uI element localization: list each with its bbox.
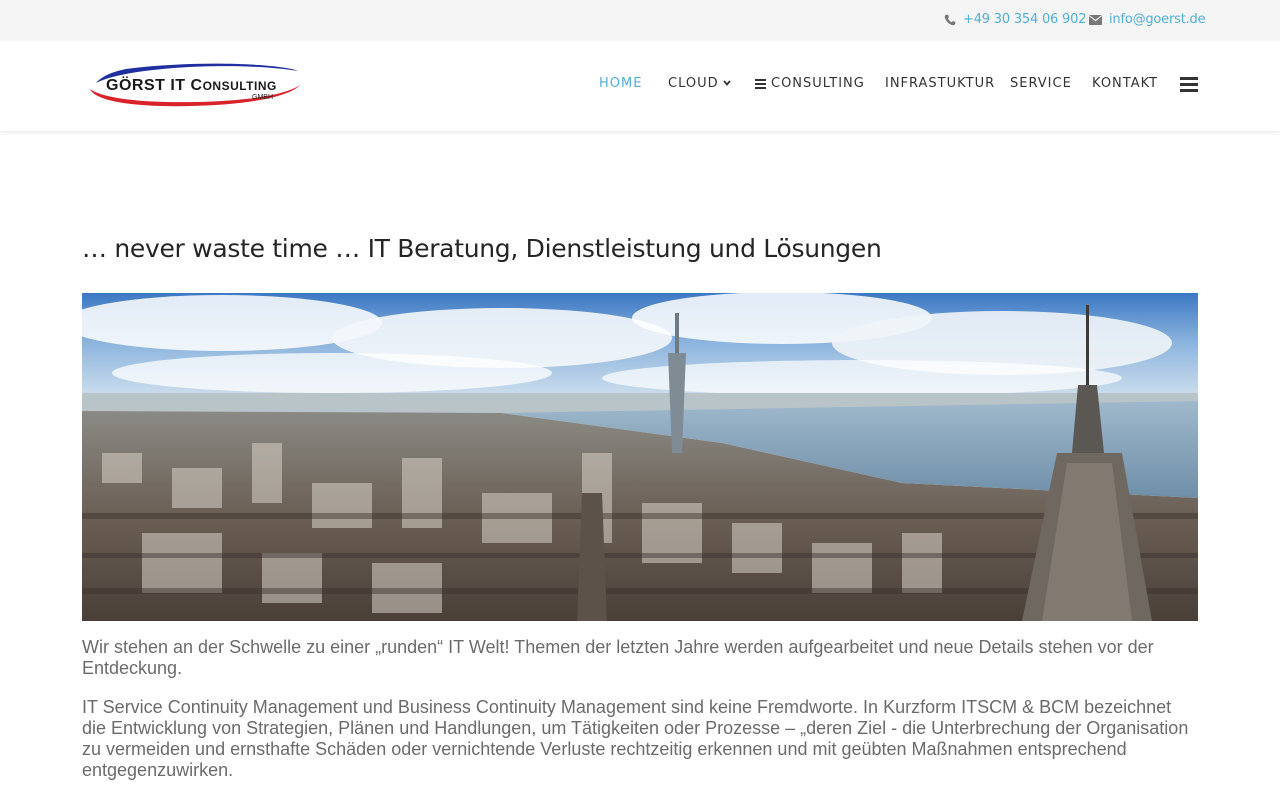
nav-infrastuktur-label[interactable]: INFRASTUKTUR [885, 76, 995, 91]
itscm-paragraph: IT Service Continuity Management und Bus… [82, 697, 1189, 780]
nav-item-infrastuktur[interactable]: INFRASTUKTUR [885, 76, 995, 91]
nav-home-label[interactable]: HOME [599, 76, 642, 91]
nav-kontakt-label[interactable]: KONTAKT [1092, 76, 1158, 91]
nav-item-consulting[interactable]: CONSULTING [755, 76, 865, 91]
chevron-down-icon [722, 79, 731, 88]
phone-link[interactable]: +49 30 354 06 902 [944, 12, 1086, 27]
email-link[interactable]: info@goerst.de [1089, 12, 1206, 27]
nav-cloud-label[interactable]: CLOUD [668, 76, 719, 91]
nav-item-kontakt[interactable]: KONTAKT [1092, 76, 1158, 91]
intro-paragraph: Wir stehen an der Schwelle zu einer „run… [82, 637, 1154, 678]
nav-item-service[interactable]: SERVICE [1010, 76, 1072, 91]
main-navigation: HOME CLOUD CONSULTING INFRASTUKTUR SERVI… [0, 76, 1280, 96]
envelope-icon [1089, 14, 1102, 25]
top-contact-bar: +49 30 354 06 902 info@goerst.de [0, 0, 1280, 41]
nav-service-label[interactable]: SERVICE [1010, 76, 1072, 91]
page-title: … never waste time … IT Beratung, Dienst… [82, 234, 882, 263]
phone-icon [944, 14, 956, 26]
phone-number[interactable]: +49 30 354 06 902 [963, 12, 1086, 27]
nav-item-home[interactable]: HOME [599, 76, 642, 91]
email-address[interactable]: info@goerst.de [1109, 12, 1206, 27]
hero-city-skyline-image [82, 293, 1198, 621]
nav-consulting-label[interactable]: CONSULTING [771, 76, 865, 91]
hamburger-icon[interactable] [1180, 77, 1198, 92]
nav-item-cloud[interactable]: CLOUD [668, 76, 731, 91]
list-icon [755, 78, 766, 89]
site-header: GÖRST IT CONSULTING GMBH HOME CLOUD CONS… [0, 41, 1280, 131]
